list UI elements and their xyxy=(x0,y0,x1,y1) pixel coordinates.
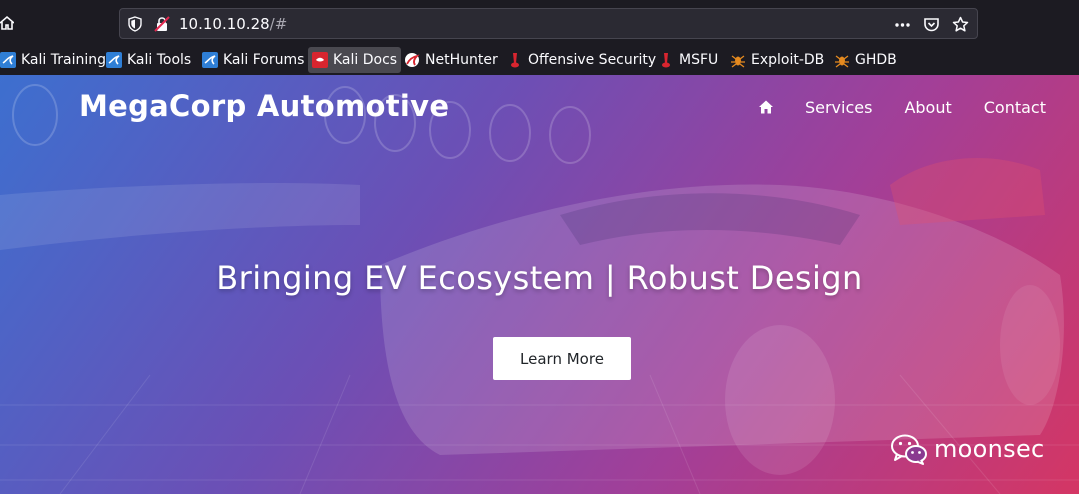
bookmark-label: Kali Forums xyxy=(223,52,305,68)
nav-services[interactable]: Services xyxy=(805,98,872,117)
bookmark-kali-tools[interactable]: Kali Tools xyxy=(106,47,195,73)
browser-home-icon[interactable] xyxy=(0,14,15,32)
bookmark-kali-training[interactable]: Kali Training xyxy=(0,47,110,73)
web-page: MegaCorp Automotive Services About Conta… xyxy=(0,75,1079,494)
bookmark-kali-docs[interactable]: Kali Docs xyxy=(308,47,402,73)
nav-contact[interactable]: Contact xyxy=(984,98,1046,117)
url-text[interactable]: 10.10.10.28/# xyxy=(179,14,287,34)
address-bar[interactable]: 10.10.10.28/# xyxy=(119,8,978,39)
bookmark-offensive-security[interactable]: Offensive Security xyxy=(507,47,660,73)
insecure-lock-icon[interactable] xyxy=(154,16,170,32)
bookmark-label: MSFU xyxy=(679,52,719,68)
kali-dragon-icon xyxy=(202,52,218,68)
bookmark-label: Kali Docs xyxy=(333,52,398,68)
nethunter-icon xyxy=(404,52,420,68)
url-path: /# xyxy=(269,15,288,33)
bookmark-ghdb[interactable]: GHDB xyxy=(834,47,901,73)
browser-toolbar: 10.10.10.28/# xyxy=(0,0,1079,45)
hero-title: Bringing EV Ecosystem | Robust Design xyxy=(216,259,863,297)
exploitdb-bug-icon xyxy=(834,52,850,68)
bookmark-label: Offensive Security xyxy=(528,52,657,68)
kali-dragon-icon xyxy=(0,52,16,68)
offsec-icon xyxy=(658,52,674,68)
bookmark-label: NetHunter xyxy=(425,52,498,68)
bookmark-label: Kali Tools xyxy=(127,52,192,68)
wechat-icon xyxy=(890,433,928,465)
nav-about[interactable]: About xyxy=(904,98,951,117)
bookmark-star-icon[interactable] xyxy=(952,16,969,33)
bookmark-nethunter[interactable]: NetHunter xyxy=(404,47,502,73)
learn-more-button[interactable]: Learn More xyxy=(493,337,631,380)
kali-dragon-icon xyxy=(106,52,122,68)
page-actions-icon[interactable] xyxy=(894,16,911,33)
watermark-text: moonsec xyxy=(934,435,1045,463)
tracking-shield-icon[interactable] xyxy=(128,16,142,32)
watermark: moonsec xyxy=(890,432,1045,466)
kali-docs-icon xyxy=(312,52,328,68)
bookmark-exploit-db[interactable]: Exploit-DB xyxy=(730,47,828,73)
bookmark-kali-forums[interactable]: Kali Forums xyxy=(202,47,308,73)
bookmark-label: Kali Training xyxy=(21,52,106,68)
bookmark-msfu[interactable]: MSFU xyxy=(658,47,722,73)
site-brand[interactable]: MegaCorp Automotive xyxy=(79,89,449,123)
pocket-icon[interactable] xyxy=(923,16,940,33)
offsec-icon xyxy=(507,52,523,68)
url-actions xyxy=(894,14,969,34)
site-nav: Services About Contact xyxy=(758,97,1046,117)
url-host: 10.10.10.28 xyxy=(179,15,270,33)
bookmarks-toolbar: Kali Training Kali Tools Kali Forums Kal… xyxy=(0,45,1079,75)
bookmark-label: GHDB xyxy=(855,52,897,68)
bookmark-label: Exploit-DB xyxy=(751,52,825,68)
exploitdb-bug-icon xyxy=(730,52,746,68)
home-icon[interactable] xyxy=(758,99,774,115)
